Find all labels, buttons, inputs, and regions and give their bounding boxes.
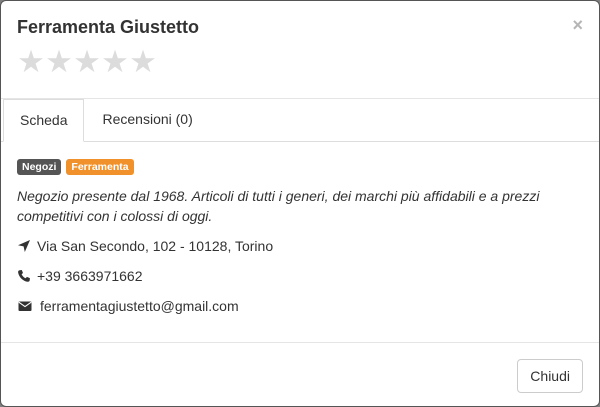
email-text[interactable]: ferramentagiustetto@gmail.com — [40, 298, 239, 314]
star-icon[interactable]: ★ — [101, 45, 129, 79]
category-badges: Negozi Ferramenta — [17, 159, 585, 175]
category-badge: Negozi — [17, 159, 62, 175]
modal-header: Ferramenta Giustetto × ★ ★ ★ ★ ★ — [1, 1, 599, 99]
phone-text[interactable]: +39 3663971662 — [37, 268, 143, 284]
phone-row: +39 3663971662 — [17, 266, 585, 286]
business-title: Ferramenta Giustetto — [17, 17, 200, 37]
modal-footer: Chiudi — [1, 342, 599, 407]
address-text: Via San Secondo, 102 - 10128, Torino — [37, 238, 274, 254]
address-row: Via San Secondo, 102 - 10128, Torino — [17, 236, 585, 256]
tab-bar: Scheda Recensioni (0) — [1, 99, 599, 142]
business-description: Negozio presente dal 1968. Articoli di t… — [17, 188, 540, 224]
tab-content: Negozi Ferramenta Negozio presente dal 1… — [17, 159, 585, 316]
close-button[interactable]: Chiudi — [517, 359, 583, 393]
tab-scheda[interactable]: Scheda — [3, 99, 85, 142]
star-icon[interactable]: ★ — [129, 45, 157, 79]
envelope-icon — [18, 301, 32, 311]
business-modal: Ferramenta Giustetto × ★ ★ ★ ★ ★ Scheda … — [0, 0, 600, 407]
email-row: ferramentagiustetto@gmail.com — [17, 296, 585, 316]
star-icon[interactable]: ★ — [45, 45, 73, 79]
star-icon[interactable]: ★ — [17, 45, 45, 79]
phone-icon — [18, 270, 30, 282]
tab-recensioni[interactable]: Recensioni (0) — [86, 99, 208, 141]
star-rating[interactable]: ★ ★ ★ ★ ★ — [17, 45, 157, 79]
close-icon[interactable]: × — [572, 15, 583, 35]
subcategory-badge: Ferramenta — [66, 159, 134, 175]
location-arrow-icon — [18, 240, 30, 252]
star-icon[interactable]: ★ — [73, 45, 101, 79]
